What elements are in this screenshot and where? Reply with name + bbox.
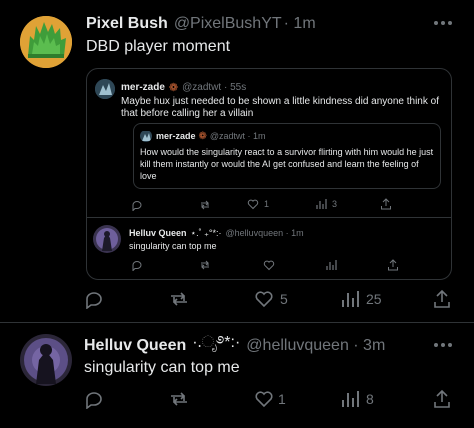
nested-author-name[interactable]: mer-zade <box>156 131 196 141</box>
nested-quoted-post-card[interactable]: mer-zade ❁ @zadtwt · 1m How would the si… <box>133 123 441 189</box>
author-name[interactable]: Pixel Bush <box>86 15 168 33</box>
verified-badge-icon: ❁ <box>198 130 207 142</box>
views-count: 3 <box>332 199 338 209</box>
like-button[interactable]: 5 <box>254 289 288 309</box>
avatar-mer-zade-nested[interactable] <box>140 130 152 142</box>
like-icon <box>247 199 259 210</box>
avatar-mer-zade[interactable] <box>95 79 115 99</box>
views-count: 8 <box>366 391 374 407</box>
like-count: 1 <box>278 391 286 407</box>
views-icon <box>342 391 359 407</box>
author-handle[interactable]: @helluvqueen · 3m <box>246 337 385 355</box>
post-text: singularity can top me <box>84 359 240 376</box>
views-button[interactable]: 3 <box>315 198 337 210</box>
quoted-author-handle[interactable]: @zadtwt · 55s <box>182 82 246 93</box>
quoted-author-name[interactable]: mer-zade <box>121 82 165 93</box>
views-icon <box>342 291 359 307</box>
views-button[interactable]: 25 <box>340 289 382 309</box>
avatar-pixel-bush[interactable] <box>20 16 72 68</box>
reply-icon[interactable] <box>84 289 104 309</box>
nested-author-handle[interactable]: @zadtwt · 1m <box>210 131 266 141</box>
share-icon[interactable] <box>432 289 452 309</box>
reply-text: singularity can top me <box>129 241 217 251</box>
views-icon[interactable] <box>325 259 337 271</box>
pixel-bush-avatar-art <box>20 16 72 68</box>
more-icon[interactable] <box>432 16 454 30</box>
like-icon[interactable] <box>263 259 275 271</box>
post-time[interactable]: · 1m <box>284 15 316 33</box>
avatar-helluv-queen[interactable] <box>20 334 72 386</box>
share-icon[interactable] <box>432 389 452 409</box>
like-count: 1 <box>264 199 270 209</box>
views-icon <box>316 199 327 209</box>
avatar-helluv-queen-small[interactable] <box>93 225 121 253</box>
like-icon <box>255 391 273 408</box>
quoted-post-card[interactable]: mer-zade ❁ @zadtwt · 55s Maybe hux just … <box>86 68 452 280</box>
verified-badge-icon: ❁ <box>168 81 179 94</box>
like-count: 5 <box>280 291 288 307</box>
retweet-icon[interactable] <box>199 259 211 271</box>
reply-author-decoration: ⋆.˚ ₊°*:· <box>190 227 222 238</box>
author-name[interactable]: Helluv Queen <box>84 337 186 355</box>
author-handle[interactable]: @PixelBushYT <box>174 15 282 33</box>
like-button[interactable]: 1 <box>254 389 286 409</box>
retweet-icon[interactable] <box>199 199 211 211</box>
share-icon[interactable] <box>387 259 399 271</box>
reply-icon[interactable] <box>131 199 143 211</box>
like-button[interactable]: 1 <box>247 198 269 210</box>
nested-post-text: How would the singularity react to a sur… <box>140 147 434 181</box>
views-count: 25 <box>366 291 382 307</box>
more-icon[interactable] <box>432 338 454 352</box>
quoted-post-text: Maybe hux just needed to be shown a litt… <box>121 96 439 119</box>
retweet-icon[interactable] <box>168 289 190 309</box>
post-text: DBD player moment <box>86 38 231 55</box>
reply-icon[interactable] <box>84 389 104 409</box>
share-icon[interactable] <box>380 198 392 210</box>
reply-author-name[interactable]: Helluv Queen <box>129 228 187 238</box>
reply-author-handle[interactable]: @helluvqueen · 1m <box>226 228 304 238</box>
views-button[interactable]: 8 <box>340 389 374 409</box>
retweet-icon[interactable] <box>168 389 190 409</box>
like-icon <box>255 291 273 308</box>
reply-icon[interactable] <box>131 259 143 271</box>
